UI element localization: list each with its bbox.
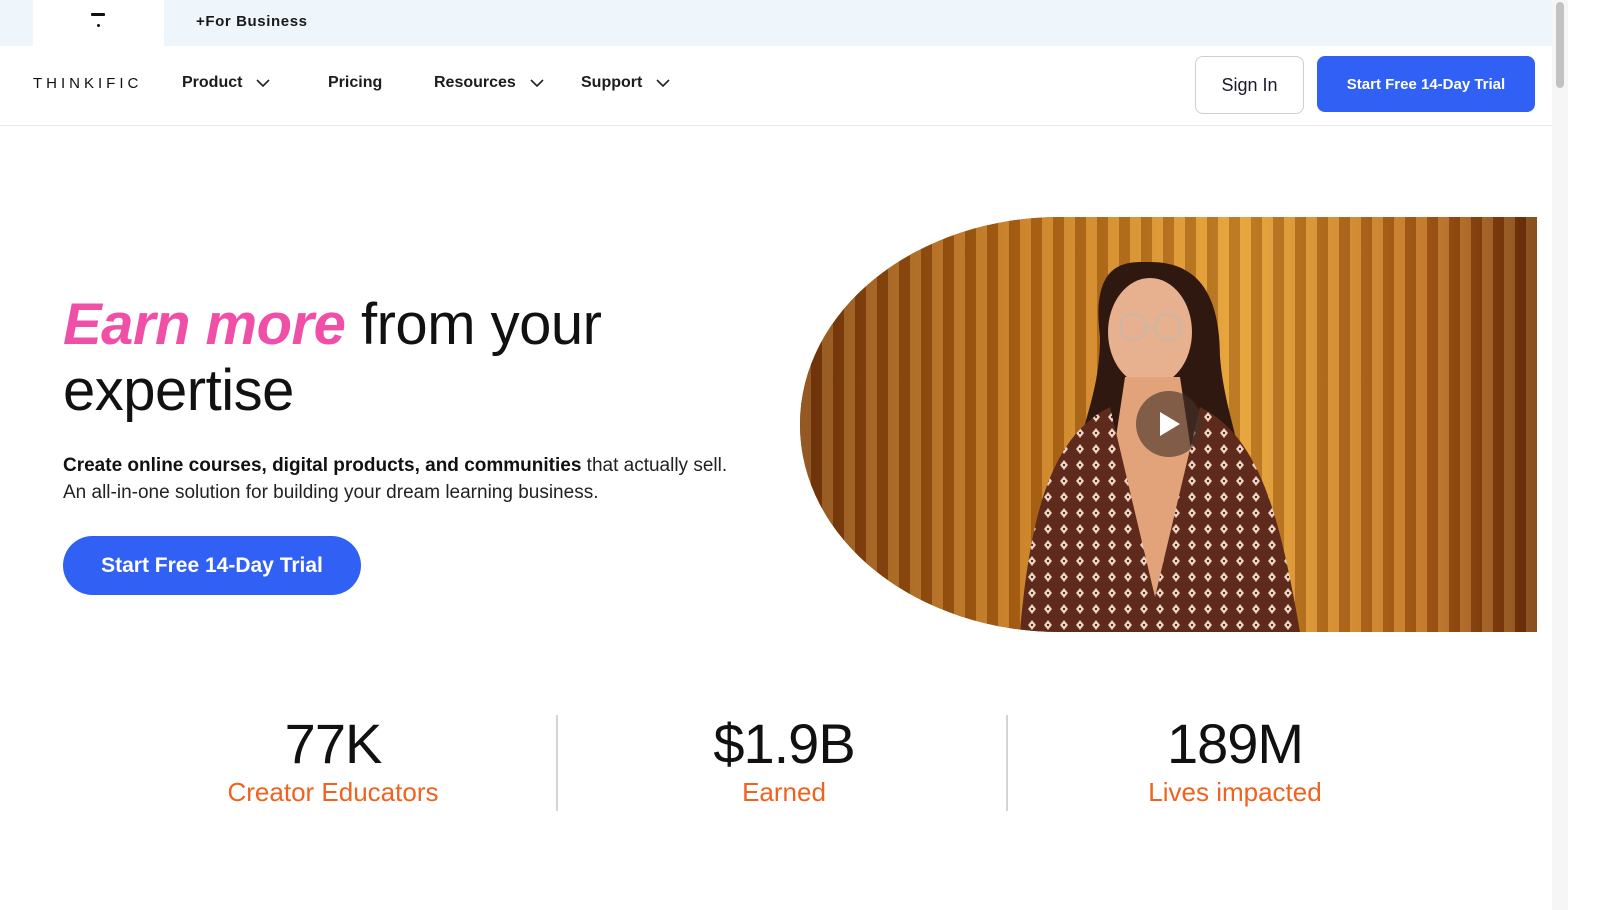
nav-item-product[interactable]: Product	[182, 74, 271, 92]
stat-lives-impacted: 189M Lives impacted	[1010, 712, 1460, 808]
for-business-link[interactable]: +For Business	[196, 13, 308, 30]
nav-item-label: Pricing	[328, 74, 383, 91]
thinkific-logo[interactable]: THINKIFIC	[33, 75, 142, 92]
page-scrollbar[interactable]	[1552, 0, 1568, 910]
play-button[interactable]	[1136, 391, 1202, 457]
stat-value: $1.9B	[713, 712, 855, 775]
top-strip: +For Business	[0, 0, 1568, 46]
brand-mark-dot	[97, 24, 100, 27]
nav-item-resources[interactable]: Resources	[434, 74, 544, 92]
stat-label: Lives impacted	[1148, 777, 1322, 807]
hero-subtitle-bold: Create online courses, digital products,…	[63, 455, 582, 476]
main-nav: THINKIFIC Product Pricing Resources Supp…	[0, 46, 1552, 126]
stat-divider	[1006, 715, 1008, 811]
chevron-down-icon	[530, 79, 544, 88]
nav-item-support[interactable]: Support	[581, 74, 670, 92]
hero-subtitle: Create online courses, digital products,…	[63, 452, 753, 506]
play-icon	[1160, 412, 1180, 436]
stat-value: 77K	[284, 712, 383, 775]
sign-in-button[interactable]: Sign In	[1195, 56, 1304, 114]
stat-earned: $1.9B Earned	[559, 712, 1009, 808]
nav-item-label: Product	[182, 74, 243, 91]
stat-label: Creator Educators	[227, 777, 439, 807]
brand-mark-tab[interactable]	[33, 0, 164, 46]
nav-item-label: Resources	[434, 74, 516, 91]
stat-value: 189M	[1166, 712, 1304, 775]
nav-item-label: Support	[581, 74, 643, 91]
nav-item-pricing[interactable]: Pricing	[328, 74, 382, 92]
stat-creator-educators: 77K Creator Educators	[108, 712, 558, 808]
hero-title-accent: Earn more	[63, 292, 346, 357]
chevron-down-icon	[656, 79, 670, 88]
scrollbar-thumb[interactable]	[1556, 2, 1564, 88]
brand-mark-icon	[91, 13, 105, 16]
hero-title: Earn more from your expertise	[63, 292, 763, 424]
stat-divider	[556, 715, 558, 811]
start-trial-button[interactable]: Start Free 14-Day Trial	[1317, 56, 1535, 112]
hero-start-trial-button[interactable]: Start Free 14-Day Trial	[63, 536, 361, 595]
chevron-down-icon	[256, 79, 271, 88]
stat-label: Earned	[742, 777, 826, 807]
